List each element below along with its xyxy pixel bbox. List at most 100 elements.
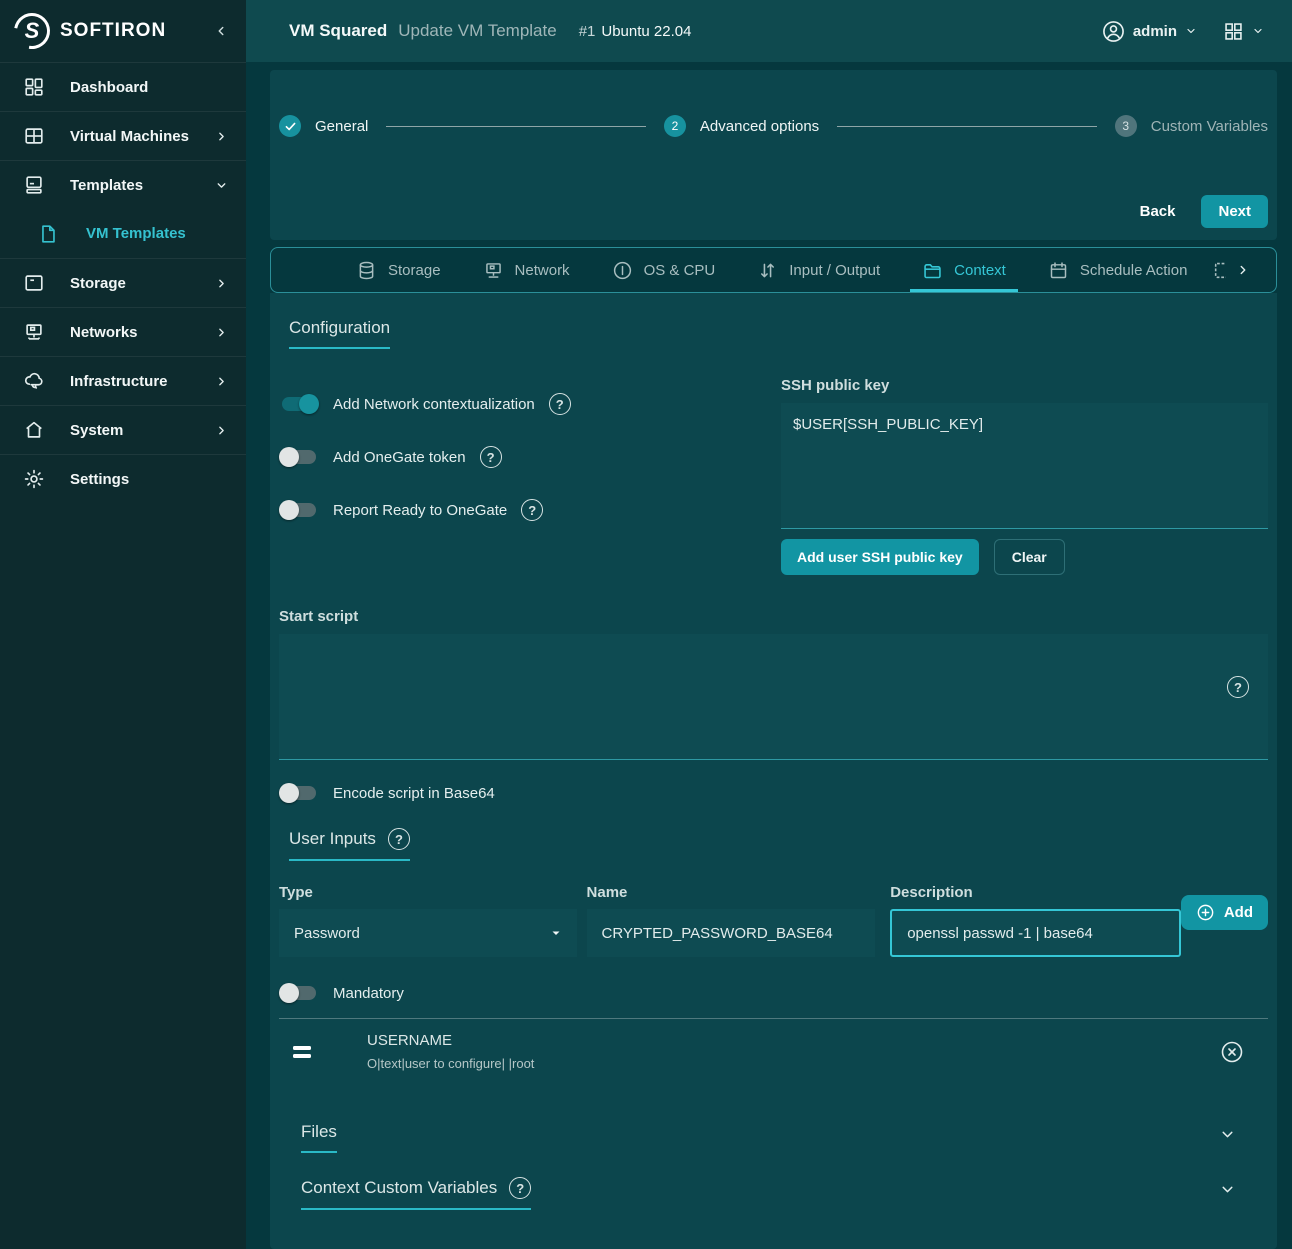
sidebar-item-dashboard[interactable]: Dashboard: [0, 62, 246, 111]
clear-ssh-key-button[interactable]: Clear: [994, 539, 1065, 575]
brand-row: S SOFTIRON: [0, 0, 246, 62]
plus-circle-icon: [1196, 903, 1215, 922]
storage-icon: [23, 272, 45, 294]
sidebar-item-storage[interactable]: Storage: [0, 258, 246, 307]
tab-label: Context: [954, 262, 1006, 279]
description-input[interactable]: [907, 925, 1164, 942]
user-input-name: USERNAME: [367, 1032, 534, 1049]
ssh-actions: Add user SSH public key Clear: [781, 539, 1268, 575]
sidebar-item-virtual-machines[interactable]: Virtual Machines: [0, 111, 246, 160]
user-inputs-title-wrap: User Inputs ?: [289, 828, 410, 861]
next-button[interactable]: Next: [1201, 195, 1268, 228]
user-inputs-section-header: User Inputs ?: [279, 828, 1268, 861]
start-script-textarea[interactable]: [279, 634, 1268, 760]
step-custom-variables[interactable]: 3 Custom Variables: [1115, 115, 1268, 137]
infrastructure-icon: [23, 370, 45, 392]
step-advanced-options[interactable]: 2 Advanced options: [664, 115, 819, 137]
ssh-public-key-textarea[interactable]: $USER[SSH_PUBLIC_KEY]: [781, 403, 1268, 529]
database-icon: [356, 260, 377, 281]
chevron-down-icon[interactable]: [1219, 1177, 1236, 1198]
back-button[interactable]: Back: [1126, 195, 1190, 228]
sidebar-item-label: Storage: [70, 275, 126, 292]
templates-icon: [23, 174, 45, 196]
step-label: Advanced options: [700, 118, 819, 135]
chevron-right-icon: [215, 424, 228, 437]
toggle-row-report-ready: Report Ready to OneGate ?: [279, 499, 781, 521]
toggle-label: Report Ready to OneGate: [333, 502, 507, 519]
add-user-ssh-key-button[interactable]: Add user SSH public key: [781, 539, 979, 575]
tab-label: OS & CPU: [644, 262, 716, 279]
header-right: admin: [1102, 20, 1264, 43]
context-tab-panel: Configuration Add Network contextualizat…: [270, 293, 1277, 1249]
help-icon[interactable]: ?: [1227, 676, 1249, 698]
sidebar-item-system[interactable]: System: [0, 405, 246, 454]
resource-id: #1: [579, 23, 596, 40]
tab-input-output[interactable]: Input / Output: [736, 248, 901, 292]
advanced-options-tabbar: Storage Network OS & CPU Input / Output …: [270, 247, 1277, 293]
mandatory-toggle[interactable]: [279, 983, 319, 1003]
encode-base64-toggle[interactable]: [279, 783, 319, 803]
chevron-right-icon: [215, 277, 228, 290]
content-area: General 2 Advanced options 3 Custom Vari…: [246, 62, 1292, 1249]
tab-network[interactable]: Network: [462, 248, 591, 292]
help-icon[interactable]: ?: [388, 828, 410, 850]
files-section-header[interactable]: Files: [279, 1122, 1268, 1153]
step-label: General: [315, 118, 368, 135]
step-general[interactable]: General: [279, 115, 368, 137]
sidebar: S SOFTIRON Dashboard Virtual Machines Te…: [0, 0, 246, 1249]
sidebar-item-label: Templates: [70, 177, 143, 194]
help-icon[interactable]: ?: [549, 393, 571, 415]
user-input-spec: O|text|user to configure| |root: [367, 1056, 534, 1071]
tab-os-cpu[interactable]: OS & CPU: [591, 248, 737, 292]
toggle-label: Mandatory: [333, 985, 404, 1002]
ccv-title-wrap: Context Custom Variables ?: [301, 1177, 531, 1210]
sidebar-collapse-button[interactable]: [214, 24, 228, 38]
user-menu[interactable]: admin: [1102, 20, 1197, 43]
user-input-form-row: Type Password Name Description: [279, 884, 1268, 957]
add-button-label: Add: [1224, 904, 1253, 921]
stepper: General 2 Advanced options 3 Custom Vari…: [279, 115, 1268, 137]
apps-menu[interactable]: [1223, 21, 1264, 42]
add-user-input-button[interactable]: Add: [1181, 895, 1268, 930]
sidebar-item-label: Dashboard: [70, 79, 148, 96]
tab-label: Storage: [388, 262, 441, 279]
chevron-down-icon[interactable]: [1219, 1122, 1236, 1143]
user-input-item-text: USERNAME O|text|user to configure| |root: [367, 1032, 534, 1071]
sidebar-item-label: VM Templates: [86, 225, 186, 242]
caret-down-icon: [550, 927, 562, 939]
virtual-machines-icon: [23, 125, 45, 147]
tab-overflow-partial-icon: [1212, 259, 1226, 281]
sidebar-item-label: Networks: [70, 324, 138, 341]
tabbar-scroll-right-button[interactable]: [1236, 263, 1262, 277]
remove-user-input-button[interactable]: [1220, 1040, 1244, 1064]
mandatory-row: Mandatory: [279, 983, 1268, 1003]
add-network-contextualization-toggle[interactable]: [279, 394, 319, 414]
wizard-stepper-card: General 2 Advanced options 3 Custom Vari…: [270, 70, 1277, 240]
sidebar-item-settings[interactable]: Settings: [0, 454, 246, 503]
help-icon[interactable]: ?: [480, 446, 502, 468]
type-select[interactable]: Password: [279, 909, 577, 957]
report-ready-onegate-toggle[interactable]: [279, 500, 319, 520]
folder-icon: [922, 260, 943, 281]
networks-icon: [23, 321, 45, 343]
drag-handle-icon[interactable]: [293, 1046, 311, 1058]
tab-schedule-action[interactable]: Schedule Action: [1027, 248, 1209, 292]
settings-icon: [23, 468, 45, 490]
help-icon[interactable]: ?: [521, 499, 543, 521]
toggle-label: Add Network contextualization: [333, 396, 535, 413]
step-label: Custom Variables: [1151, 118, 1268, 135]
tab-storage[interactable]: Storage: [335, 248, 462, 292]
chevron-right-icon: [1236, 263, 1250, 277]
context-custom-variables-section-header[interactable]: Context Custom Variables ?: [279, 1177, 1268, 1210]
name-input[interactable]: [602, 925, 861, 942]
add-onegate-token-toggle[interactable]: [279, 447, 319, 467]
sidebar-item-networks[interactable]: Networks: [0, 307, 246, 356]
user-inputs-title: User Inputs: [289, 829, 376, 849]
tab-context[interactable]: Context: [901, 248, 1027, 292]
page-title: Update VM Template: [398, 21, 556, 41]
configuration-toggles: Add Network contextualization ? Add OneG…: [279, 377, 781, 575]
sidebar-item-vm-templates[interactable]: VM Templates: [0, 209, 246, 258]
sidebar-item-infrastructure[interactable]: Infrastructure: [0, 356, 246, 405]
sidebar-item-templates[interactable]: Templates: [0, 160, 246, 209]
help-icon[interactable]: ?: [509, 1177, 531, 1199]
